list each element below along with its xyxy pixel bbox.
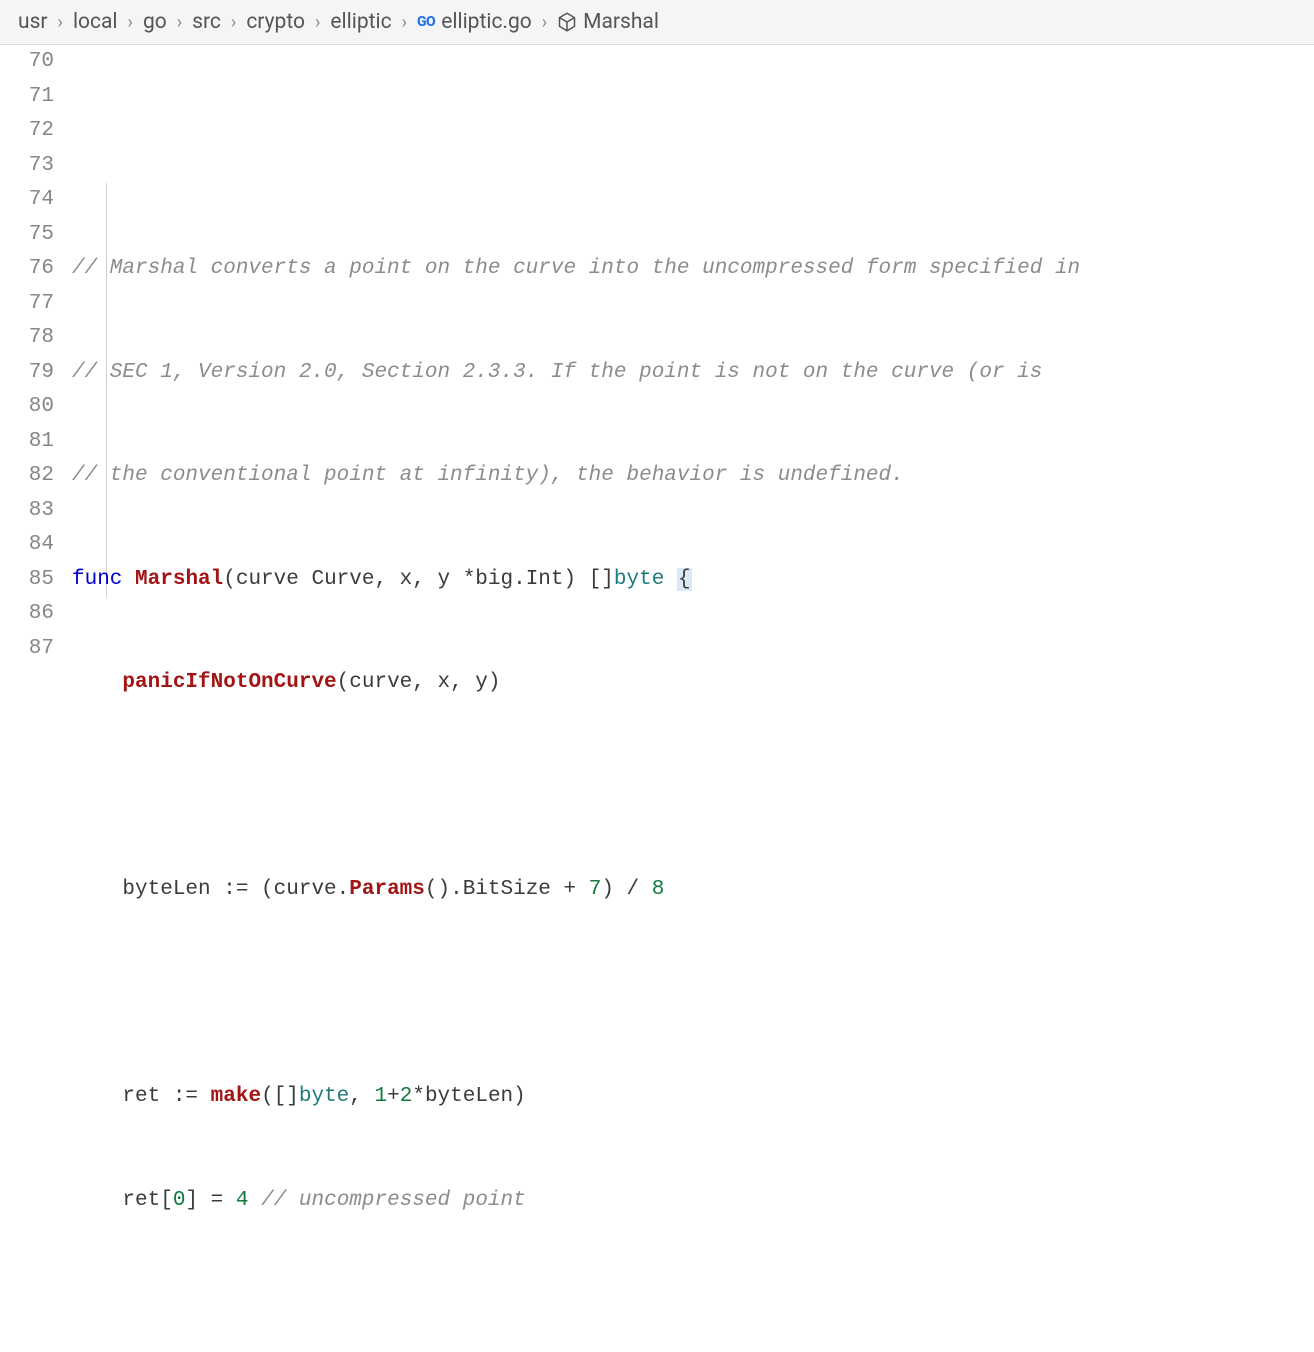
chevron-right-icon: ›	[175, 12, 184, 33]
code-line[interactable]: func Marshal(curve Curve, x, y *big.Int)…	[72, 563, 1314, 598]
code-line[interactable]	[72, 1287, 1314, 1322]
code-token: ret[	[122, 1189, 172, 1212]
code-line[interactable]: // the conventional point at infinity), …	[72, 459, 1314, 494]
line-number: 84	[0, 528, 54, 563]
line-number: 72	[0, 114, 54, 149]
call: Params	[349, 878, 425, 901]
breadcrumb-symbol[interactable]: Marshal	[557, 10, 659, 34]
breadcrumb-item[interactable]: crypto	[246, 10, 305, 34]
chevron-right-icon: ›	[229, 12, 238, 33]
line-number: 81	[0, 425, 54, 460]
function-icon	[557, 12, 577, 32]
code-token: ) /	[601, 878, 651, 901]
line-number-gutter: 70 71 72 73 74 75 76 77 78 79 80 81 82 8…	[0, 45, 72, 1352]
type: byte	[299, 1085, 349, 1108]
chevron-right-icon: ›	[126, 12, 135, 33]
line-number: 79	[0, 356, 54, 391]
code-token: (curve, x, y)	[337, 671, 501, 694]
line-number: 82	[0, 459, 54, 494]
chevron-right-icon: ›	[400, 12, 409, 33]
line-number: 85	[0, 563, 54, 598]
comment-text: // SEC 1, Version 2.0, Section 2.3.3. If…	[72, 361, 1042, 384]
indent-guide	[106, 183, 107, 597]
chevron-right-icon: ›	[56, 12, 65, 33]
chevron-right-icon: ›	[540, 12, 549, 33]
number: 7	[589, 878, 602, 901]
code-line[interactable]	[72, 977, 1314, 1012]
line-number: 86	[0, 597, 54, 632]
code-token: *byteLen)	[412, 1085, 525, 1108]
code-token: ,	[349, 1085, 374, 1108]
line-number: 87	[0, 632, 54, 667]
go-file-icon: GO	[417, 14, 435, 30]
code-token: ().BitSize +	[425, 878, 589, 901]
code-line[interactable]	[72, 149, 1314, 184]
code-token: +	[387, 1085, 400, 1108]
comment-text: // the conventional point at infinity), …	[72, 464, 904, 487]
number: 2	[400, 1085, 413, 1108]
code-token: ] =	[185, 1189, 235, 1212]
line-number: 77	[0, 287, 54, 322]
function-name: Marshal	[135, 568, 223, 591]
breadcrumb-item[interactable]: elliptic	[330, 10, 391, 34]
breadcrumb-file[interactable]: GO elliptic.go	[417, 10, 532, 34]
chevron-right-icon: ›	[313, 12, 322, 33]
breadcrumb-item[interactable]: usr	[18, 10, 48, 34]
call: panicIfNotOnCurve	[122, 671, 336, 694]
number: 1	[375, 1085, 388, 1108]
breadcrumb: usr › local › go › src › crypto › ellipt…	[0, 0, 1314, 45]
comment-text: // uncompressed point	[261, 1189, 526, 1212]
code-editor[interactable]: 70 71 72 73 74 75 76 77 78 79 80 81 82 8…	[0, 45, 1314, 1352]
code-line[interactable]: ret := make([]byte, 1+2*byteLen)	[72, 1080, 1314, 1115]
line-number: 73	[0, 149, 54, 184]
comment-text: // Marshal converts a point on the curve…	[72, 257, 1080, 280]
line-number: 83	[0, 494, 54, 529]
breadcrumb-item[interactable]: go	[143, 10, 167, 34]
code-token: byteLen := (curve.	[122, 878, 349, 901]
number: 4	[236, 1189, 249, 1212]
breadcrumb-item[interactable]: local	[73, 10, 118, 34]
line-number: 70	[0, 45, 54, 80]
line-number: 80	[0, 390, 54, 425]
code-token: (curve Curve, x, y *big.Int) []	[223, 568, 614, 591]
type: byte	[614, 568, 664, 591]
code-line[interactable]: byteLen := (curve.Params().BitSize + 7) …	[72, 873, 1314, 908]
brace: {	[677, 568, 692, 591]
code-token	[248, 1189, 261, 1212]
code-line[interactable]: panicIfNotOnCurve(curve, x, y)	[72, 666, 1314, 701]
line-number: 75	[0, 218, 54, 253]
line-number: 78	[0, 321, 54, 356]
line-number: 74	[0, 183, 54, 218]
line-number: 76	[0, 252, 54, 287]
breadcrumb-item[interactable]: src	[192, 10, 221, 34]
code-token: ([]	[261, 1085, 299, 1108]
number: 8	[652, 878, 665, 901]
line-number: 71	[0, 80, 54, 115]
code-line[interactable]: ret[0] = 4 // uncompressed point	[72, 1184, 1314, 1219]
breadcrumb-item-label: elliptic.go	[441, 10, 532, 34]
code-token: ret :=	[122, 1085, 210, 1108]
call: make	[211, 1085, 261, 1108]
code-line[interactable]: // Marshal converts a point on the curve…	[72, 252, 1314, 287]
number: 0	[173, 1189, 186, 1212]
breadcrumb-item-label: Marshal	[583, 10, 659, 34]
code-line[interactable]: // SEC 1, Version 2.0, Section 2.3.3. If…	[72, 356, 1314, 391]
code-line[interactable]	[72, 770, 1314, 805]
keyword: func	[72, 568, 122, 591]
code-content[interactable]: // Marshal converts a point on the curve…	[72, 45, 1314, 1352]
